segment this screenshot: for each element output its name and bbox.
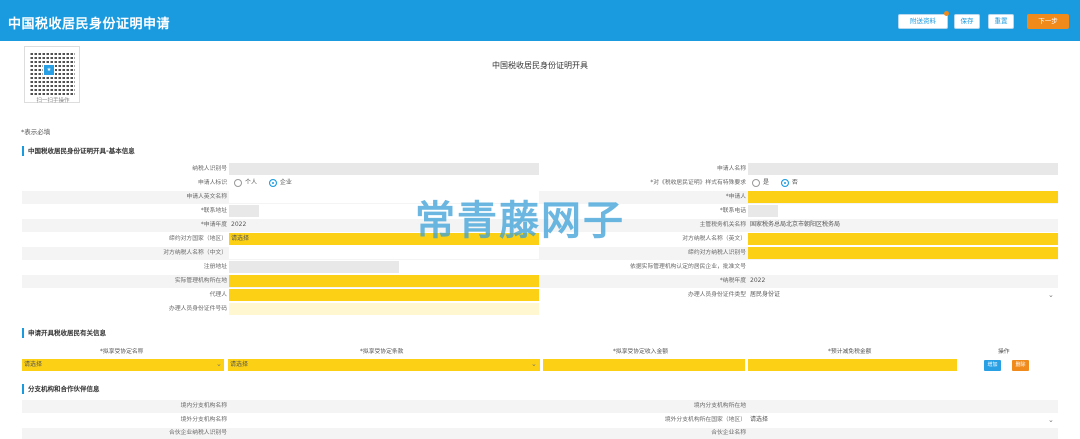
required-note: *表示必填: [21, 128, 51, 136]
radio-individual[interactable]: [234, 178, 242, 187]
applicant-flag-radio-group: 个人 企业: [232, 177, 432, 189]
agent-id-type-label: 办理人员身份证件类型: [688, 292, 746, 298]
actual-mgmt-field[interactable]: [229, 275, 539, 287]
col-header-action: 操作: [998, 349, 1010, 355]
tax-year-label: *纳税年度: [719, 278, 746, 284]
page-title: 中国税收居民身份证明开具: [492, 61, 588, 70]
chevron-down-icon[interactable]: ⌄: [1048, 291, 1054, 299]
counterpart-cn-label: 对方纳税人名称（中文）: [163, 250, 227, 256]
radio-enterprise[interactable]: [268, 178, 277, 187]
add-row-button[interactable]: 增加: [984, 360, 1001, 371]
income-amount-field[interactable]: [543, 359, 745, 371]
app-logo-icon: ★: [43, 64, 55, 76]
counterpart-cn-field[interactable]: [229, 247, 539, 259]
clause-select[interactable]: 请选择: [228, 359, 540, 371]
applicant-flag-label: 申请人标识: [198, 180, 227, 186]
domestic-branch-loc-field[interactable]: [748, 400, 1058, 412]
col-header-relief: *预计减免税金额: [828, 349, 872, 355]
foreign-branch-country-select[interactable]: 请选择: [748, 414, 1058, 426]
legal-basis-field[interactable]: [748, 261, 1058, 273]
form-row: 境内分支机构名称 境内分支机构所在地: [22, 400, 1058, 413]
foreign-branch-country-label: 境外分支机构所在国家（地区）: [664, 417, 746, 423]
reset-button[interactable]: 重置: [988, 14, 1014, 29]
reg-address-field[interactable]: [229, 261, 399, 273]
partner-name-label: 合伙企业名称: [711, 430, 746, 436]
form-row: 注册地址 依据实际管理机构认定的居民企业，批准文号: [22, 261, 1058, 274]
app-header: 中国税收居民身份证明申请 附送资料 保存 重置 下一步: [0, 0, 1080, 41]
col-header-clause: *拟享受协定条款: [360, 349, 404, 355]
contact-address-field[interactable]: [229, 205, 259, 217]
domestic-branch-label: 境内分支机构名称: [180, 403, 227, 409]
radio-yes-label: 是: [763, 179, 770, 186]
radio-individual-label: 个人: [245, 179, 258, 186]
counterpart-id-label: 缔约对方纳税人识别号: [688, 250, 746, 256]
counterpart-country-label: 缔约对方国家（地区）: [169, 236, 227, 242]
taxpayer-id-field[interactable]: [229, 163, 539, 175]
next-button[interactable]: 下一步: [1027, 14, 1069, 29]
reg-address-label: 注册地址: [203, 264, 227, 270]
domestic-branch-loc-label: 境内分支机构所在地: [693, 403, 746, 409]
apply-year-label: *申请年度: [200, 222, 227, 228]
agent-id-no-field[interactable]: [229, 303, 539, 315]
foreign-branch-label: 境外分支机构名称: [180, 417, 227, 423]
contact-address-label: *联系地址: [200, 208, 227, 214]
agent-id-type-select[interactable]: 居民身份证: [748, 289, 1058, 301]
qr-code: ★ 扫一扫手操作: [24, 46, 80, 104]
col-header-agreement: *拟享受协定名称: [100, 349, 144, 355]
applicant-name-field[interactable]: [748, 163, 1058, 175]
attach-label: 附送资料: [910, 17, 936, 25]
save-button[interactable]: 保存: [954, 14, 980, 29]
col-header-income: *拟享受协定收入金额: [613, 349, 669, 355]
agent-label: 代理人: [209, 292, 227, 298]
foreign-branch-field[interactable]: [229, 414, 539, 426]
watermark-text: 常青藤网子: [415, 198, 625, 244]
chevron-down-icon[interactable]: ⌄: [531, 360, 537, 368]
form-row: 合伙企业纳税人识别号 合伙企业名称: [22, 428, 1058, 439]
app-title: 中国税收居民身份证明申请: [8, 17, 171, 32]
legal-basis-label: 依据实际管理机构认定的居民企业，批准文号: [630, 264, 746, 270]
tax-authority-value: 国家税务总局北京市朝阳区税务局: [750, 221, 841, 228]
delete-row-button[interactable]: 删除: [1012, 360, 1029, 371]
relief-amount-field[interactable]: [748, 359, 957, 371]
agreement-select[interactable]: 请选择: [22, 359, 224, 371]
applicant-name-label: 申请人名称: [717, 166, 746, 172]
domestic-branch-field[interactable]: [229, 400, 539, 412]
attach-button[interactable]: 附送资料: [898, 11, 949, 29]
applicant-field[interactable]: [748, 191, 1058, 203]
section-basic-title: 中国税收居民身份证明开具-基本信息: [22, 146, 135, 156]
agent-id-no-label: 办理人员身份证件号码: [169, 306, 227, 312]
radio-enterprise-label: 企业: [279, 179, 292, 186]
english-name-label: 申请人英文名称: [186, 194, 227, 200]
actual-mgmt-label: 实际管理机构所在地: [174, 278, 227, 284]
radio-no-label: 否: [791, 179, 798, 186]
form-row: 实际管理机构所在地 *纳税年度 2022: [22, 275, 1058, 288]
tax-year-value[interactable]: 2022: [748, 275, 1058, 287]
contact-phone-field[interactable]: [748, 205, 778, 217]
form-row: 代理人 办理人员身份证件类型 居民身份证 ⌄: [22, 289, 1058, 302]
chevron-down-icon[interactable]: ⌄: [1048, 416, 1054, 424]
radio-yes[interactable]: [752, 178, 760, 187]
partner-id-label: 合伙企业纳税人识别号: [169, 430, 227, 436]
special-req-radio-group: 是 否: [750, 177, 950, 189]
agent-field[interactable]: [229, 289, 539, 301]
counterpart-en-field[interactable]: [748, 233, 1058, 245]
radio-no[interactable]: [780, 178, 789, 187]
form-row: 办理人员身份证件号码: [22, 303, 1058, 316]
counterpart-id-field[interactable]: [748, 247, 1058, 259]
form-row: 纳税人识别号 申请人名称: [22, 163, 1058, 176]
taxpayer-id-label: 纳税人识别号: [192, 166, 227, 172]
section-income-title: 申请开具税收居民有关信息: [22, 328, 106, 338]
form-row: 对方纳税人名称（中文） 缔约对方纳税人识别号: [22, 247, 1058, 260]
notification-dot: [944, 11, 949, 16]
section-branch-title: 分支机构和合作伙伴信息: [22, 384, 100, 394]
qr-caption: 扫一扫手操作: [36, 98, 70, 104]
chevron-down-icon[interactable]: ⌄: [216, 360, 222, 368]
form-row: 境外分支机构名称 境外分支机构所在国家（地区） 请选择 ⌄: [22, 414, 1058, 427]
